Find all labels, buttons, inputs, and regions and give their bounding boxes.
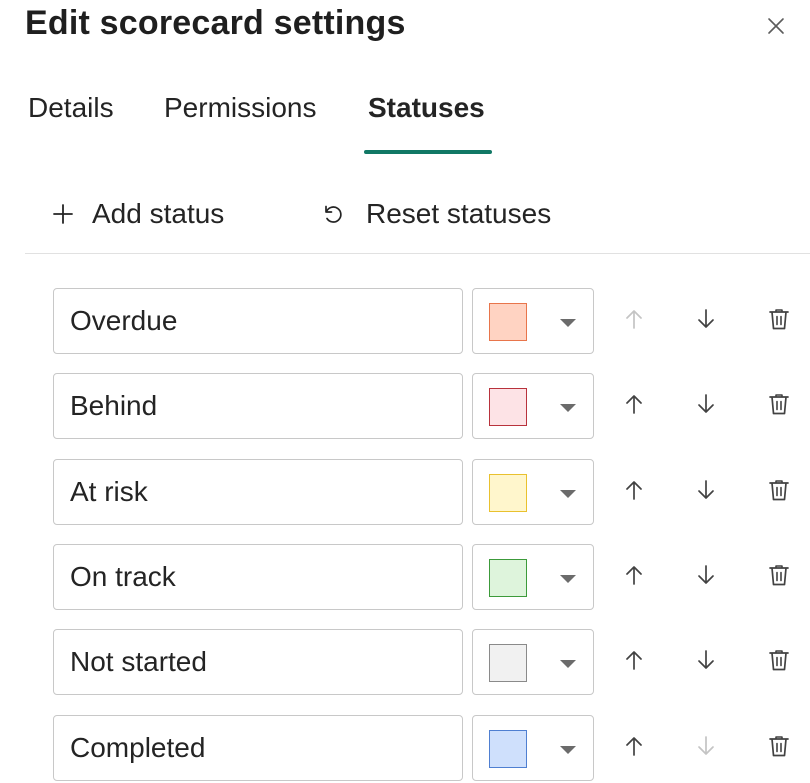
arrow-down-icon [696,735,716,762]
status-row [0,544,810,612]
tab-permissions[interactable]: Permissions [164,92,316,124]
arrow-up-icon [624,479,644,506]
trash-icon [768,648,790,677]
trash-icon [768,563,790,592]
trash-icon [768,307,790,336]
status-color-dropdown[interactable] [472,544,594,610]
arrow-up-icon [624,308,644,335]
move-up-button[interactable] [615,643,653,681]
reset-statuses-button[interactable]: Reset statuses [322,196,551,232]
move-down-button[interactable] [687,643,725,681]
tab-details[interactable]: Details [28,92,114,124]
arrow-up-icon [624,393,644,420]
arrow-down-icon [696,393,716,420]
trash-icon [768,478,790,507]
close-button[interactable] [762,12,790,40]
move-up-button[interactable] [615,302,653,340]
color-swatch [489,474,527,512]
color-swatch [489,388,527,426]
chevron-down-icon [560,660,576,668]
add-status-button[interactable]: Add status [52,196,224,232]
arrow-down-icon [696,564,716,591]
status-row [0,373,810,441]
undo-icon [322,203,344,225]
delete-status-button[interactable] [760,643,798,681]
move-down-button[interactable] [687,473,725,511]
status-color-dropdown[interactable] [472,715,594,781]
close-icon [768,18,784,34]
status-name-input[interactable] [53,544,463,610]
reset-statuses-label: Reset statuses [366,198,552,229]
status-row [0,459,810,527]
delete-status-button[interactable] [760,729,798,767]
arrow-down-icon [696,479,716,506]
move-down-button[interactable] [687,302,725,340]
status-name-input[interactable] [53,715,463,781]
move-down-button[interactable] [687,729,725,767]
move-up-button[interactable] [615,387,653,425]
move-down-button[interactable] [687,387,725,425]
trash-icon [768,734,790,763]
chevron-down-icon [560,746,576,754]
arrow-down-icon [696,649,716,676]
chevron-down-icon [560,575,576,583]
active-tab-indicator [364,150,492,154]
color-swatch [489,303,527,341]
color-swatch [489,730,527,768]
divider [25,253,810,254]
arrow-down-icon [696,308,716,335]
color-swatch [489,559,527,597]
delete-status-button[interactable] [760,558,798,596]
arrow-up-icon [624,735,644,762]
move-up-button[interactable] [615,473,653,511]
trash-icon [768,392,790,421]
add-status-label: Add status [92,198,225,229]
delete-status-button[interactable] [760,473,798,511]
chevron-down-icon [560,490,576,498]
status-name-input[interactable] [53,459,463,525]
color-swatch [489,644,527,682]
dialog-title: Edit scorecard settings [25,4,406,42]
plus-icon [52,203,74,225]
status-color-dropdown[interactable] [472,288,594,354]
status-color-dropdown[interactable] [472,459,594,525]
arrow-up-icon [624,564,644,591]
status-name-input[interactable] [53,288,463,354]
move-up-button[interactable] [615,558,653,596]
delete-status-button[interactable] [760,387,798,425]
chevron-down-icon [560,319,576,327]
status-row [0,715,810,783]
tab-statuses[interactable]: Statuses [368,92,485,124]
chevron-down-icon [560,404,576,412]
status-name-input[interactable] [53,629,463,695]
status-name-input[interactable] [53,373,463,439]
status-row [0,629,810,697]
status-row [0,288,810,356]
status-color-dropdown[interactable] [472,373,594,439]
status-color-dropdown[interactable] [472,629,594,695]
arrow-up-icon [624,649,644,676]
delete-status-button[interactable] [760,302,798,340]
move-down-button[interactable] [687,558,725,596]
move-up-button[interactable] [615,729,653,767]
